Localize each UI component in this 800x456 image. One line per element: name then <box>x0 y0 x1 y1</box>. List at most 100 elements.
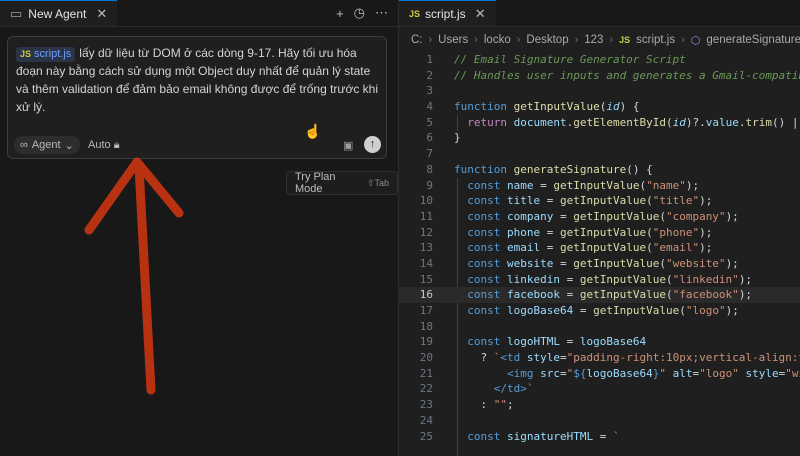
send-button[interactable]: ↑ <box>364 136 381 153</box>
chevron-down-icon: ⌄ <box>64 139 74 152</box>
add-icon[interactable]: + <box>336 6 344 21</box>
line-number: 7 <box>426 147 433 161</box>
code-line: 4 function getInputValue(id) { <box>399 99 800 115</box>
js-file-icon: JS <box>619 35 631 45</box>
line-number: 17 <box>419 304 433 317</box>
code-text: const linkedin = getInputValue("linkedin… <box>467 272 753 286</box>
code-line: 19 const logoHTML = logoBase64 <box>399 334 800 350</box>
line-number: 21 <box>419 366 433 380</box>
code-line: 15 const linkedin = getInputValue("linke… <box>399 272 800 288</box>
breadcrumb-item[interactable]: Users <box>438 34 468 46</box>
function-icon: ⬡ <box>690 34 701 47</box>
line-number: 16 <box>419 288 433 302</box>
code-line: 20 ? `<td style="padding-right:10px;vert… <box>399 350 800 366</box>
agent-tab-bar: ▭ New Agent ✕ + ◷ ⋯ <box>0 0 398 27</box>
code-line: 13 const email = getInputValue("email"); <box>399 240 800 256</box>
breadcrumb: C: › Users › locko › Desktop › 123 › JS … <box>399 27 800 53</box>
code-text: // Handles user inputs and generates a G… <box>454 68 800 82</box>
code-line: 10 const title = getInputValue("title"); <box>399 193 800 209</box>
try-plan-mode-button[interactable]: Try Plan Mode ⇧Tab <box>286 171 398 195</box>
line-number: 24 <box>419 413 433 427</box>
code-text: const logoHTML = logoBase64 <box>467 335 647 349</box>
close-icon[interactable]: ✕ <box>96 6 107 22</box>
chevron-right-icon: › <box>609 34 614 46</box>
breadcrumb-item[interactable]: Desktop <box>526 34 568 46</box>
breadcrumb-item[interactable]: C: <box>411 34 423 46</box>
breadcrumb-item[interactable]: script.js <box>636 34 675 46</box>
line-number: 2 <box>426 68 433 82</box>
code-text: ? `<td style="padding-right:10px;vertica… <box>454 351 800 365</box>
breadcrumb-item[interactable]: generateSignature <box>706 34 800 46</box>
line-number: 5 <box>426 115 433 129</box>
code-text: const logoBase64 = getInputValue("logo")… <box>467 304 739 317</box>
code-text: } <box>454 131 461 145</box>
code-text: : ""; <box>454 398 514 412</box>
history-icon[interactable]: ◷ <box>354 5 365 21</box>
tab-script-js[interactable]: JS script.js ✕ <box>399 0 496 26</box>
line-number: 18 <box>419 319 433 333</box>
shortcut-hint: ⇧Tab <box>366 177 389 188</box>
code-text: const email = getInputValue("email"); <box>467 241 713 255</box>
code-line: 5 return document.getElementById(id)?.va… <box>399 115 800 131</box>
code-line: 6} <box>399 130 800 146</box>
infinity-icon: ∞ <box>20 139 28 151</box>
code-line: 24 <box>399 413 800 429</box>
line-number: 8 <box>426 162 433 176</box>
code-text: return document.getElementById(id)?.valu… <box>467 115 800 129</box>
plan-mode-label: Try Plan Mode <box>295 171 336 195</box>
js-file-icon: JS <box>20 49 32 59</box>
breadcrumb-item[interactable]: 123 <box>584 34 603 46</box>
js-file-icon: JS <box>409 8 421 19</box>
code-text: const title = getInputValue("title"); <box>467 194 713 208</box>
code-text: const signatureHTML = ` <box>467 429 620 443</box>
code-line: 18 <box>399 319 800 335</box>
line-number: 1 <box>426 53 433 66</box>
mouse-cursor-icon: ☝ <box>304 123 322 139</box>
close-icon[interactable]: ✕ <box>475 6 486 22</box>
code-text: const phone = getInputValue("phone"); <box>467 225 713 239</box>
code-text: // Email Signature Generator Script <box>454 53 686 66</box>
code-line: 12 const phone = getInputValue("phone"); <box>399 225 800 241</box>
agent-toolbar: + ◷ ⋯ <box>336 0 388 26</box>
prompt-text[interactable]: JS script.js lấy dữ liệu từ DOM ở các dòng… <box>16 44 378 116</box>
line-number: 20 <box>419 351 433 365</box>
mode-selector[interactable]: ∞ Agent ⌄ <box>14 136 80 154</box>
editor-tab-bar: JS script.js ✕ <box>399 0 800 27</box>
code-line: 8 function generateSignature() { <box>399 162 800 178</box>
line-number: 25 <box>419 429 433 443</box>
image-icon[interactable]: ▣ <box>343 139 353 152</box>
line-number: 12 <box>419 225 433 239</box>
code-editor: JS script.js ✕ C: › Users › locko › Desk… <box>399 0 800 456</box>
line-number: 10 <box>419 194 433 208</box>
line-number: 22 <box>419 382 433 396</box>
breadcrumb-item[interactable]: locko <box>484 34 511 46</box>
line-number: 13 <box>419 241 433 255</box>
more-icon[interactable]: ⋯ <box>375 5 388 21</box>
line-number: 11 <box>419 209 433 223</box>
code-text: const name = getInputValue("name"); <box>467 178 700 192</box>
red-arrow-annotation <box>84 157 184 395</box>
line-number: 6 <box>426 131 433 145</box>
line-number: 3 <box>426 84 433 98</box>
code-line: 3 <box>399 83 800 99</box>
agent-panel: ▭ New Agent ✕ + ◷ ⋯ JS script.js lấy dữ li… <box>0 0 398 456</box>
file-chip[interactable]: JS script.js <box>16 47 76 62</box>
line-number: 23 <box>419 398 433 412</box>
code-line-current: 16 const facebook = getInputValue("faceb… <box>399 287 800 303</box>
line-number: 19 <box>419 335 433 349</box>
code-area[interactable]: 1 // Email Signature Generator Script 2 //… <box>399 52 800 456</box>
code-text: const facebook = getInputValue("facebook… <box>467 288 753 302</box>
line-number: 15 <box>419 272 433 286</box>
chevron-right-icon: › <box>681 34 685 46</box>
code-line: 9 const name = getInputValue("name"); <box>399 178 800 194</box>
chevron-right-icon: › <box>428 34 433 46</box>
chat-icon: ▭ <box>10 5 23 21</box>
tab-new-agent[interactable]: ▭ New Agent ✕ <box>0 0 118 26</box>
code-text: const website = getInputValue("website")… <box>467 256 739 270</box>
code-line: 22 </td>` <box>399 381 800 397</box>
code-line: 25 const signatureHTML = ` <box>399 429 800 445</box>
line-number: 4 <box>426 100 433 114</box>
editor-tab-label: script.js <box>425 6 466 21</box>
chevron-right-icon: › <box>574 34 579 46</box>
code-text: <img src="${logoBase64}" alt="logo" styl… <box>506 366 800 380</box>
